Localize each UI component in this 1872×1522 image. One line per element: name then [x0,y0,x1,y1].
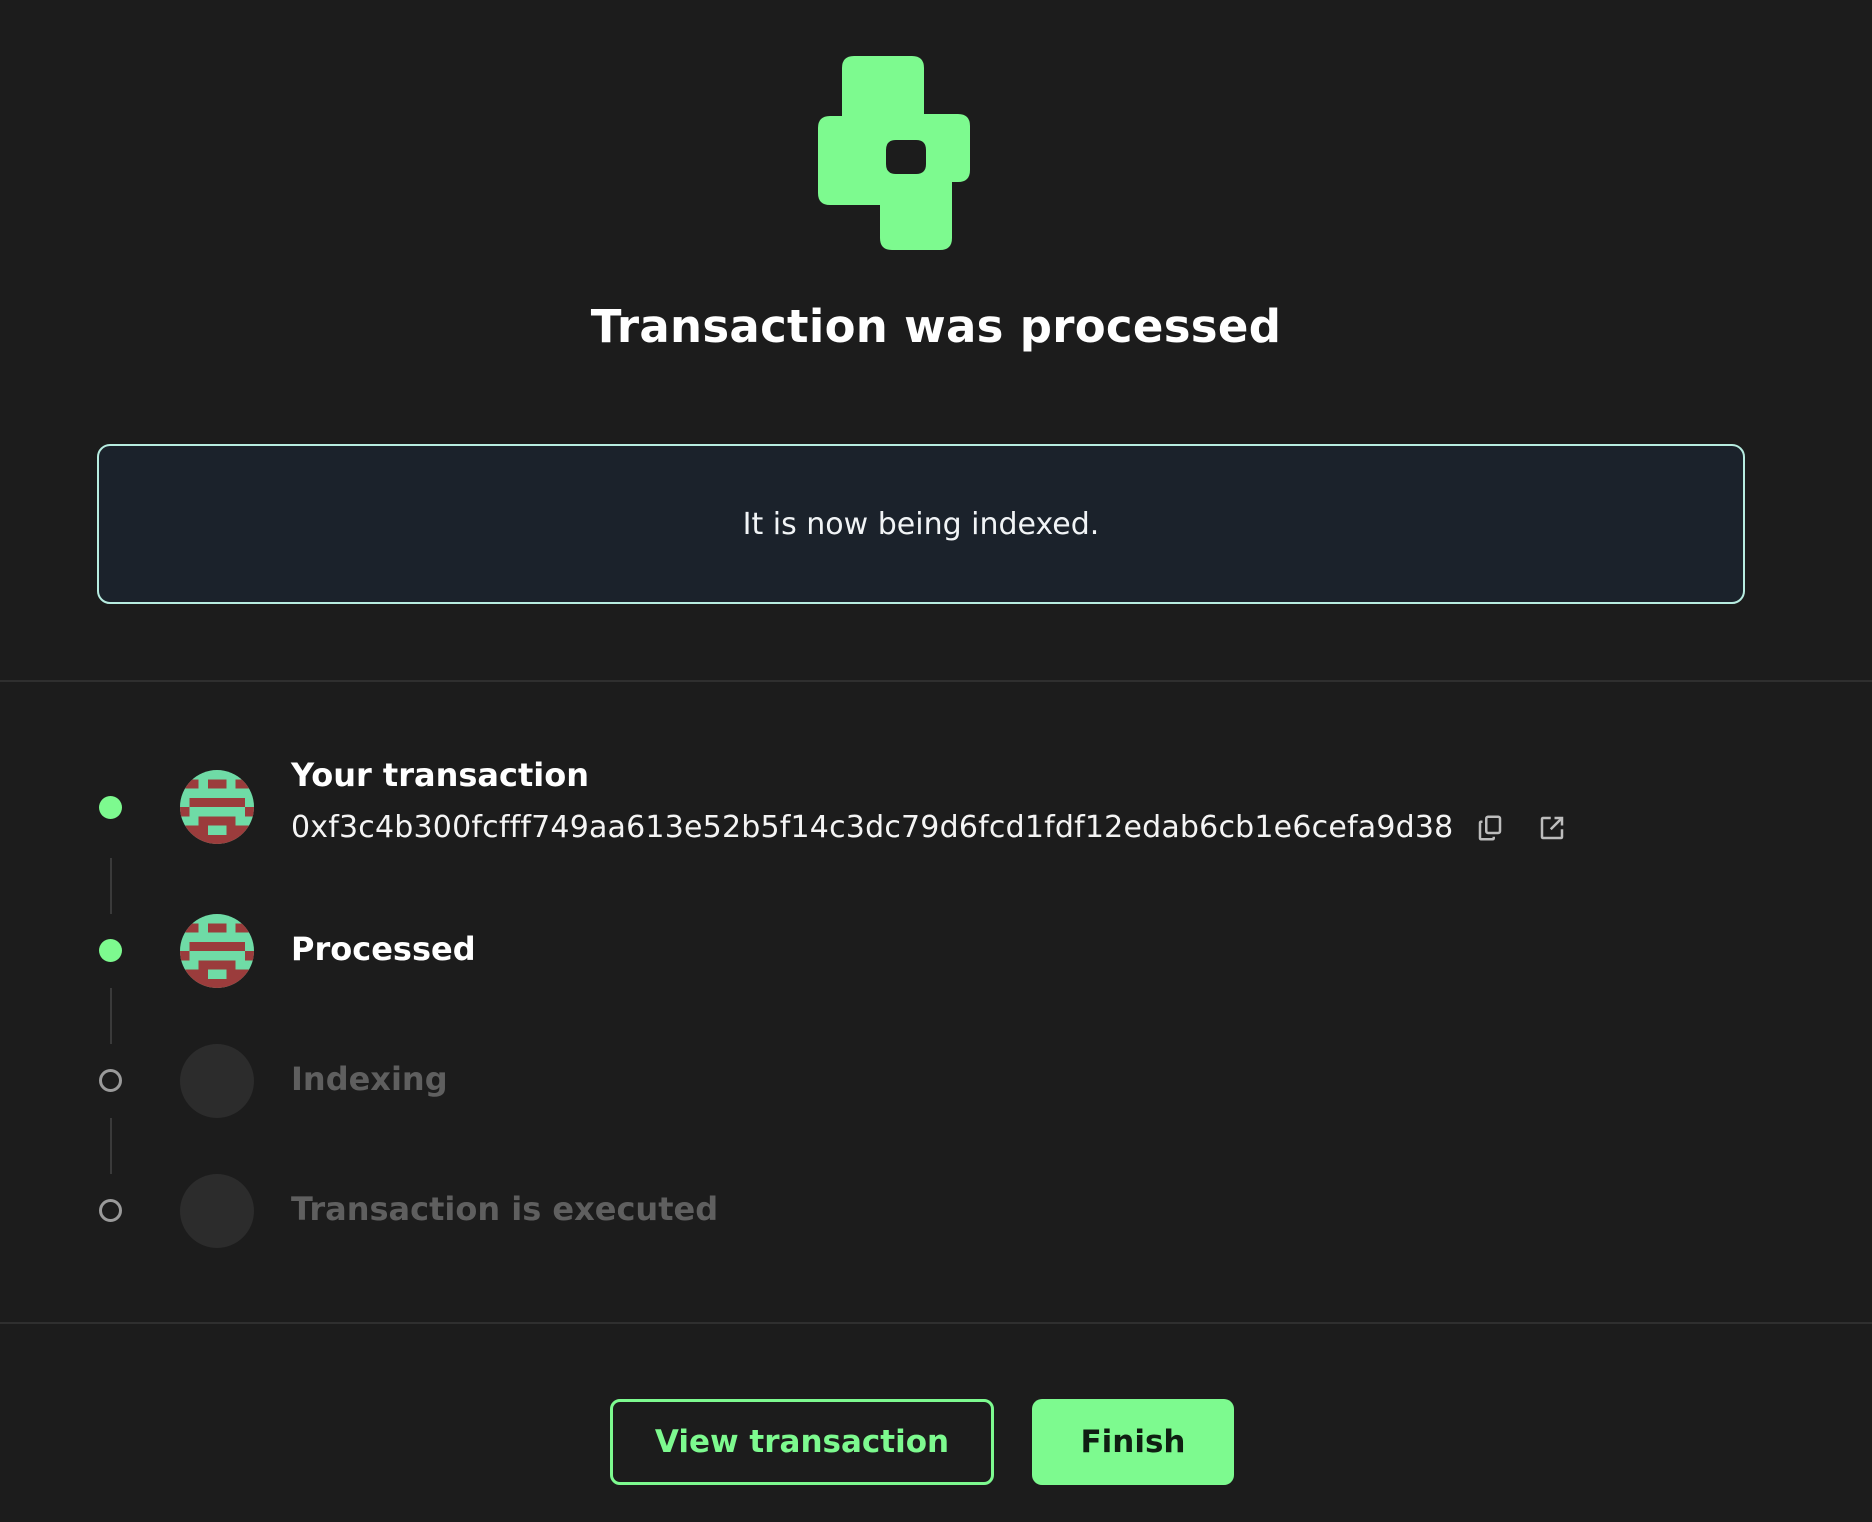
status-dot-pending [99,1069,122,1092]
identicon-icon [180,770,254,844]
avatar-placeholder [180,1044,254,1118]
status-dot-pending [99,1199,122,1222]
step-label: Processed [291,930,476,968]
timeline-connector [110,1118,112,1174]
timeline-connector [110,858,112,914]
info-banner: It is now being indexed. [97,444,1745,604]
finish-button[interactable]: Finish [1032,1399,1234,1485]
view-transaction-button[interactable]: View transaction [610,1399,994,1485]
transaction-hash-row: 0xf3c4b300fcfff749aa613e52b5f14c3dc79d6f… [291,810,1569,845]
logo-icon [818,56,970,250]
avatar [180,914,254,988]
timeline-connector [110,988,112,1044]
page-title: Transaction was processed [590,300,1282,353]
transaction-hash: 0xf3c4b300fcfff749aa613e52b5f14c3dc79d6f… [291,810,1454,845]
bottom-divider [0,1322,1872,1324]
transaction-status-page: Transaction was processed It is now bein… [0,0,1872,1522]
external-link-icon[interactable] [1535,811,1569,845]
step-label: Your transaction [291,756,590,794]
copy-icon[interactable] [1473,811,1507,845]
top-divider [0,680,1872,682]
identicon-icon [180,914,254,988]
info-message: It is now being indexed. [742,506,1100,542]
avatar-placeholder [180,1174,254,1248]
step-label: Transaction is executed [291,1190,719,1228]
status-dot-done [99,939,122,962]
avatar [180,770,254,844]
step-label: Indexing [291,1060,448,1098]
status-dot-done [99,796,122,819]
